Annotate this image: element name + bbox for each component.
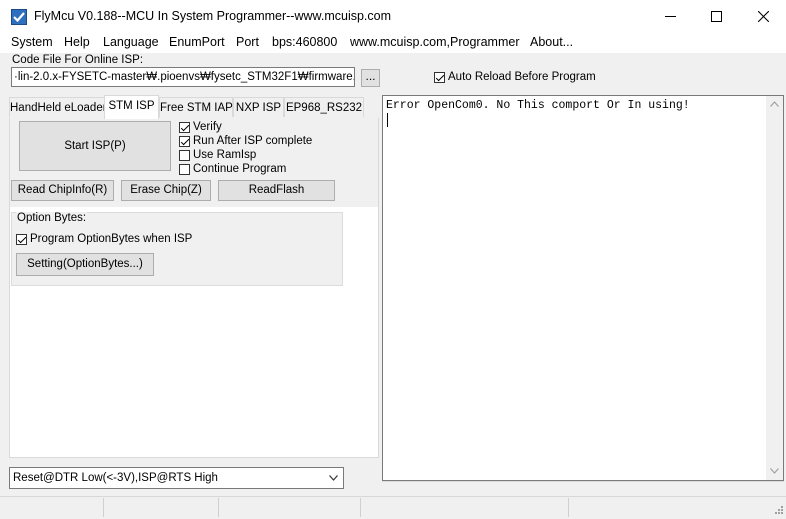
code-file-label: Code File For Online ISP:	[12, 54, 144, 66]
text-caret	[387, 113, 388, 127]
status-divider	[103, 498, 104, 517]
maximize-button[interactable]	[693, 0, 739, 33]
log-vertical-scrollbar[interactable]	[766, 96, 783, 480]
continue-program-label: Continue Program	[193, 163, 287, 175]
menu-enumport[interactable]: EnumPort	[169, 35, 225, 49]
menu-help[interactable]: Help	[64, 35, 90, 49]
menu-baud-rate[interactable]: bps:460800	[272, 35, 337, 49]
tab-free-stm-iap[interactable]: Free STM IAP	[159, 97, 233, 117]
minimize-button[interactable]	[647, 0, 693, 33]
tab-handheld-eloader[interactable]: HandHeld eLoader	[9, 97, 107, 117]
tab-ep968-rs232[interactable]: EP968_RS232	[284, 97, 364, 117]
resize-grip-icon[interactable]	[772, 505, 784, 517]
setting-optionbytes-button[interactable]: Setting(OptionBytes...)	[16, 253, 154, 276]
flymcu-app-icon	[11, 9, 27, 25]
status-divider	[360, 498, 361, 517]
log-bottom-splitter[interactable]	[382, 481, 784, 493]
program-optionbytes-option[interactable]: Program OptionBytes when ISP	[16, 233, 192, 245]
auto-reload-checkbox-row[interactable]: Auto Reload Before Program	[434, 71, 596, 83]
continue-program-checkbox[interactable]	[179, 163, 190, 175]
start-isp-button[interactable]: Start ISP(P)	[19, 121, 171, 171]
tab-nxp-isp[interactable]: NXP ISP	[233, 97, 284, 117]
menu-system[interactable]: System	[11, 35, 53, 49]
menu-about[interactable]: About...	[530, 35, 573, 49]
verify-label: Verify	[193, 121, 222, 133]
reset-mode-select[interactable]: Reset@DTR Low(<-3V),ISP@RTS High	[9, 467, 344, 489]
chevron-down-icon	[329, 475, 338, 481]
status-divider	[568, 498, 569, 517]
run-after-isp-option[interactable]: Run After ISP complete	[179, 135, 312, 147]
status-bar	[0, 496, 786, 519]
maximize-icon	[710, 11, 722, 22]
read-chipinfo-button[interactable]: Read ChipInfo(R)	[11, 180, 114, 201]
use-ramisp-option[interactable]: Use RamIsp	[179, 149, 256, 161]
erase-chip-button[interactable]: Erase Chip(Z)	[121, 180, 211, 201]
close-button[interactable]	[740, 0, 786, 33]
log-text: Error OpenCom0. No This comport Or In us…	[386, 99, 690, 112]
log-output-area[interactable]	[382, 95, 784, 481]
auto-reload-label: Auto Reload Before Program	[448, 71, 596, 83]
verify-checkbox[interactable]	[179, 121, 190, 133]
code-file-path-field[interactable]: ·lin-2.0.x-FYSETC-master₩.pioenvs₩fysetc…	[11, 67, 355, 87]
continue-program-option[interactable]: Continue Program	[179, 163, 286, 175]
minimize-icon	[664, 16, 676, 17]
auto-reload-checkbox[interactable]	[434, 71, 445, 83]
verify-option[interactable]: Verify	[179, 121, 222, 133]
read-flash-button[interactable]: ReadFlash	[218, 180, 335, 201]
reset-mode-dropdown-button[interactable]	[324, 468, 343, 488]
use-ramisp-checkbox[interactable]	[179, 149, 190, 161]
scroll-down-icon[interactable]	[770, 468, 779, 474]
program-optionbytes-label: Program OptionBytes when ISP	[30, 233, 193, 245]
tab-stm-isp[interactable]: STM ISP	[104, 95, 159, 119]
status-divider	[218, 498, 219, 517]
menu-port[interactable]: Port	[236, 35, 259, 49]
scroll-up-icon[interactable]	[770, 101, 779, 107]
window-title: FlyMcu V0.188--MCU In System Programmer-…	[34, 9, 392, 23]
program-optionbytes-checkbox[interactable]	[16, 233, 27, 245]
run-after-isp-checkbox[interactable]	[179, 135, 190, 147]
use-ramisp-label: Use RamIsp	[193, 149, 257, 161]
close-icon	[757, 11, 769, 22]
option-bytes-label: Option Bytes:	[16, 212, 88, 224]
menu-website[interactable]: www.mcuisp.com,Programmer	[350, 35, 519, 49]
menu-language[interactable]: Language	[103, 35, 159, 49]
browse-button[interactable]: ...	[361, 69, 380, 87]
run-after-isp-label: Run After ISP complete	[193, 135, 313, 147]
